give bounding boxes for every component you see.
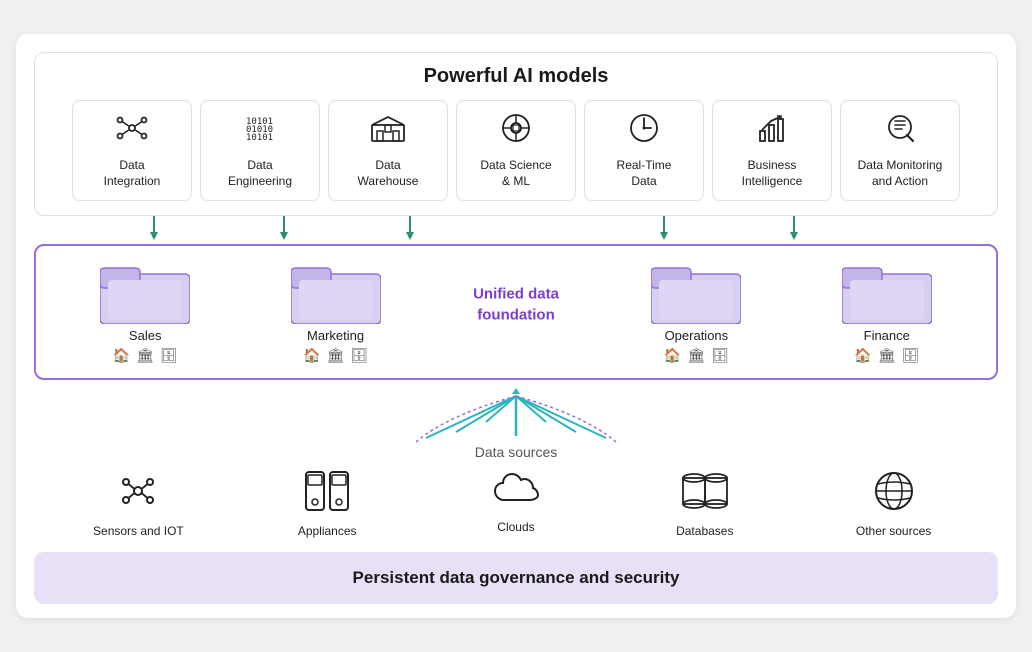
engineering-icon: 10101 0 01010 1 10101 0 [243,111,277,150]
house-icon3: 🏠 [664,347,681,364]
clouds-label: Clouds [497,520,534,534]
house-icon: 🏠 [113,347,130,364]
source-databases: Databases [650,470,760,538]
appliances-icon [302,470,352,518]
connector-arrows [94,216,974,244]
card-monitoring-label: Data Monitoringand Action [858,158,943,189]
card-data-science: Data Science& ML [456,100,576,200]
card-data-integration-label: DataIntegration [104,158,161,189]
connect-area: Data sources [34,380,998,470]
integration-icon [115,111,149,150]
cylinder-icon: 🗄 [160,347,178,364]
domain-marketing: Marketing 🏠 🏛 🗄 [266,260,406,364]
sales-sub-icons: 🏠 🏛 🗄 [113,347,178,364]
source-other: Other sources [839,470,949,538]
other-sources-label: Other sources [856,524,931,538]
building-icon3: 🏛 [687,347,705,364]
card-data-warehouse: DataWarehouse [328,100,448,200]
marketing-label: Marketing [307,328,364,343]
cylinder-icon4: 🗄 [901,347,919,364]
bi-icon [755,111,789,150]
marketing-folder-icon [291,260,381,324]
building-icon4: 🏛 [878,347,896,364]
sales-label: Sales [129,328,162,343]
governance-box: Persistent data governance and security [34,552,998,604]
card-data-engineering: 10101 0 01010 1 10101 0 DataEngineering [200,100,320,200]
data-sources-label: Data sources [475,444,557,460]
source-clouds: Clouds [461,470,571,534]
card-data-science-label: Data Science& ML [480,158,551,189]
clouds-icon [493,470,539,514]
science-icon [499,111,533,150]
databases-icon [679,470,731,518]
funnel-svg [366,386,666,444]
source-appliances: Appliances [272,470,382,538]
card-data-integration: DataIntegration [72,100,192,200]
appliances-label: Appliances [298,524,357,538]
card-data-warehouse-label: DataWarehouse [358,158,419,189]
card-bi-label: BusinessIntelligence [742,158,803,189]
card-monitoring: Data Monitoringand Action [840,100,960,200]
domain-operations: Operations 🏠 🏛 🗄 [626,260,766,364]
card-bi: BusinessIntelligence [712,100,832,200]
finance-label: Finance [864,328,910,343]
other-sources-icon [873,470,915,518]
domain-sales: Sales 🏠 🏛 🗄 [75,260,215,364]
finance-sub-icons: 🏠 🏛 🗄 [854,347,919,364]
sources-row: Sensors and IOT Appliances [34,470,998,538]
main-container: Powerful AI models [16,34,1016,617]
card-realtime-label: Real-TimeData [617,158,672,189]
building-icon2: 🏛 [327,347,345,364]
databases-label: Databases [676,524,733,538]
ai-models-title: Powerful AI models [45,65,987,88]
sensors-iot-label: Sensors and IOT [93,524,184,538]
ai-models-box: Powerful AI models [34,52,998,215]
unified-foundation-box: Sales 🏠 🏛 🗄 Marketing 🏠 🏛 � [34,244,998,380]
finance-folder-icon [842,260,932,324]
operations-label: Operations [665,328,729,343]
svg-text:10101 0: 10101 0 [246,133,277,143]
cylinder-icon3: 🗄 [711,347,729,364]
cylinder-icon2: 🗄 [350,347,368,364]
marketing-sub-icons: 🏠 🏛 🗄 [303,347,368,364]
operations-sub-icons: 🏠 🏛 🗄 [664,347,729,364]
card-data-engineering-label: DataEngineering [228,158,292,189]
ai-cards-row: DataIntegration 10101 0 01010 1 10101 0 … [45,100,987,200]
monitoring-icon [883,111,917,150]
governance-title: Persistent data governance and security [50,568,982,588]
sensors-icon [117,470,159,518]
realtime-icon [627,111,661,150]
house-icon2: 🏠 [303,347,320,364]
house-icon4: 🏠 [854,347,871,364]
operations-folder-icon [651,260,741,324]
warehouse-icon [370,111,406,150]
card-realtime: Real-TimeData [584,100,704,200]
sales-folder-icon [100,260,190,324]
building-icon: 🏛 [136,347,154,364]
source-sensors-iot: Sensors and IOT [83,470,193,538]
domains-row: Sales 🏠 🏛 🗄 Marketing 🏠 🏛 � [50,260,982,364]
domain-finance: Finance 🏠 🏛 🗄 [817,260,957,364]
